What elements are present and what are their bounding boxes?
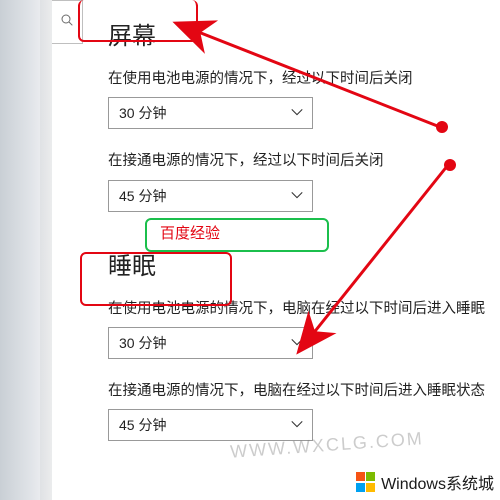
watermark-logo: Windows系统城 xyxy=(356,470,494,494)
windows-logo-icon xyxy=(356,472,376,492)
watermark-logo-text: Windows系统城 xyxy=(381,470,494,494)
annotation-arrows xyxy=(0,0,500,500)
